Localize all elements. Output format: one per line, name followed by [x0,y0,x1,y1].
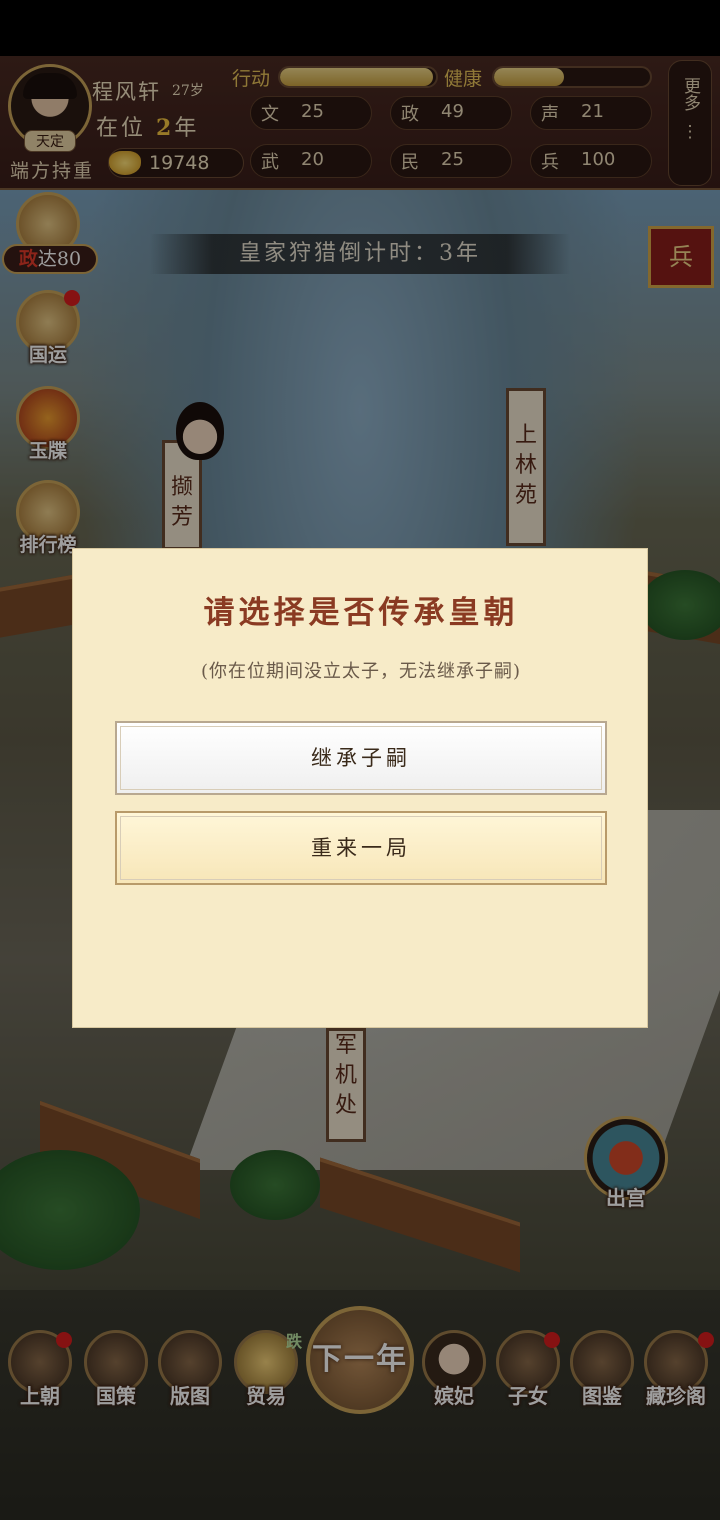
inherit-heir-button[interactable]: 继承子嗣 [115,721,607,795]
restart-game-label: 重来一局 [311,836,411,860]
status-bar [0,0,720,56]
dialog-title: 请选择是否传承皇朝 [203,595,519,631]
inheritance-dialog: 请选择是否传承皇朝 (你在位期间没立太子，无法继承子嗣) 继承子嗣 重来一局 [72,548,648,1028]
dialog-subtitle: (你在位期间没立太子，无法继承子嗣) [200,661,522,682]
inherit-heir-label: 继承子嗣 [311,746,411,770]
restart-game-button[interactable]: 重来一局 [115,811,607,885]
